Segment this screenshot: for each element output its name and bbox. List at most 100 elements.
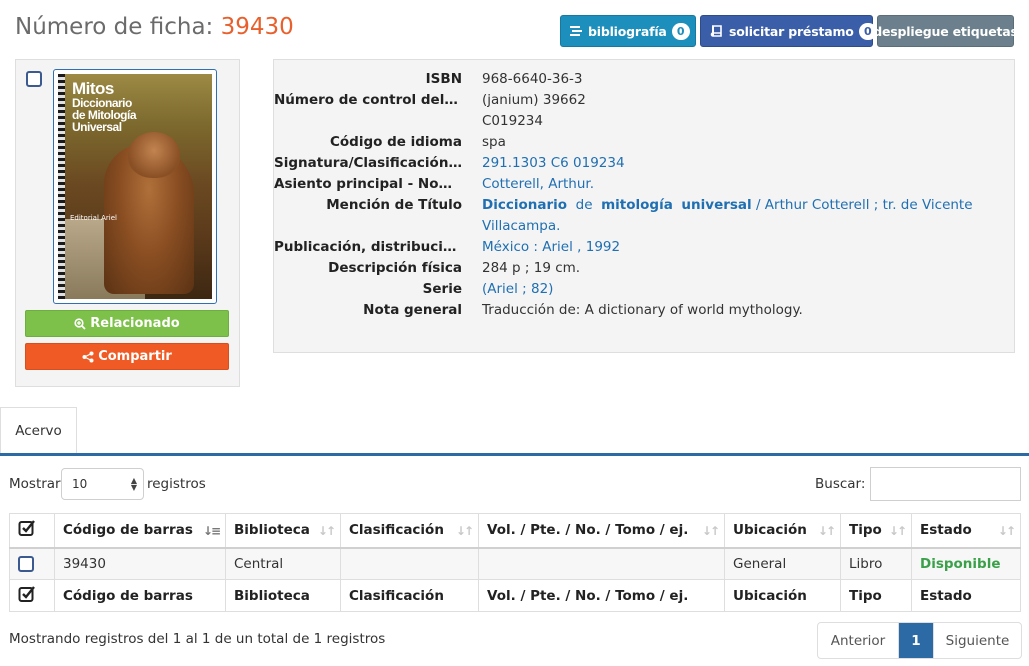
field-series: Serie (Ariel ; 82): [274, 279, 1014, 300]
show-label: Mostrar: [9, 476, 61, 492]
title-word-link[interactable]: Diccionario: [482, 197, 567, 213]
field-label: Asiento principal - Nom...: [274, 176, 462, 192]
title-rest-link[interactable]: / Arthur Cotterell ; tr. de Vicente: [756, 197, 973, 213]
select-all-header[interactable]: [9, 513, 55, 549]
holdings-table: Código de barras ↓≡ Biblioteca ↓↑ Clasific…: [9, 513, 1021, 612]
publication-link[interactable]: México : Ariel , 1992: [482, 239, 620, 255]
column-title: Ubicación: [733, 522, 807, 539]
next-page-button[interactable]: Siguiente: [933, 623, 1021, 658]
tab-holdings[interactable]: Acervo: [0, 407, 77, 454]
column-title: Código de barras: [63, 522, 193, 539]
page-size-select[interactable]: 10 ▲ ▼: [61, 468, 144, 500]
check-all-icon: [18, 520, 35, 537]
column-header-volume[interactable]: Vol. / Pte. / No. / Tomo / ej. ↓↑: [478, 513, 725, 549]
show-tags-label: despliegue etiquetas: [873, 23, 1018, 39]
zoom-in-icon: [74, 317, 86, 330]
cover-title-line1: Mitos: [72, 79, 114, 98]
field-publication: Publicación, distribució... México : Ari…: [274, 237, 1014, 258]
search-input[interactable]: [870, 467, 1021, 501]
field-isbn: ISBN 968-6640-36-3: [274, 69, 1014, 90]
book-cover[interactable]: Mitos Diccionario de Mitología Universal…: [53, 69, 217, 304]
sort-asc-icon: ↓≡: [202, 524, 221, 538]
title-word-link[interactable]: universal: [681, 197, 751, 213]
field-label: Serie: [422, 281, 462, 297]
column-header-location[interactable]: Ubicación ↓↑: [724, 513, 841, 549]
column-header-status[interactable]: Estado ↓↑: [911, 513, 1021, 549]
share-icon: [82, 351, 94, 363]
field-label: Descripción física: [328, 260, 462, 276]
field-label: ISBN: [425, 71, 462, 87]
record-number: 39430: [220, 14, 294, 40]
sort-icon: ↓↑: [888, 524, 907, 538]
column-footer-type: Tipo: [840, 579, 912, 612]
volume-cell: [478, 547, 725, 580]
table-row: 39430 Central General Libro Disponible: [9, 547, 1021, 580]
column-footer-location: Ubicación: [724, 579, 841, 612]
library-cell: Central: [225, 547, 341, 580]
column-title: Vol. / Pte. / No. / Tomo / ej.: [487, 522, 689, 539]
classification-cell: [340, 547, 479, 580]
page-title: Número de ficha: 39430: [15, 14, 294, 40]
control-value-2: C019234: [482, 113, 543, 129]
field-physical-description: Descripción física 284 p ; 19 cm.: [274, 258, 1014, 279]
column-footer-classification: Clasificación: [340, 579, 479, 612]
page-size-value: 10: [72, 477, 88, 491]
title-word-link[interactable]: mitología: [601, 197, 673, 213]
column-header-type[interactable]: Tipo ↓↑: [840, 513, 912, 549]
row-checkbox[interactable]: [18, 555, 34, 572]
column-title: Estado: [920, 522, 972, 539]
field-value-wrap: Cotterell, Arthur.: [482, 174, 1002, 195]
field-label: Signatura/Clasificación ...: [274, 155, 462, 171]
sort-icon: ↓↑: [817, 524, 836, 538]
title-word-link[interactable]: de: [576, 197, 593, 213]
field-value: Traducción de: A dictionary of world myt…: [482, 302, 803, 318]
cover-head: [128, 132, 180, 178]
location-cell: General: [724, 547, 841, 580]
request-loan-label: solicitar préstamo: [729, 23, 854, 39]
page-title-label: Número de ficha:: [15, 14, 214, 40]
sort-icon: ↓↑: [701, 524, 720, 538]
current-page-button[interactable]: 1: [899, 623, 933, 658]
status-badge: Disponible: [920, 555, 1001, 572]
field-control-number: Número de control del s... (janium) 3966…: [274, 90, 1014, 129]
column-footer-barcode: Código de barras: [54, 579, 226, 612]
field-general-note: Nota general Traducción de: A dictionary…: [274, 300, 1014, 321]
bibliography-button[interactable]: bibliografía 0: [560, 15, 696, 47]
bibliography-label: bibliografía: [588, 23, 667, 39]
cover-spiral: [58, 74, 65, 299]
column-header-classification[interactable]: Clasificación ↓↑: [340, 513, 479, 549]
check-all-icon: [18, 585, 35, 602]
select-record-checkbox[interactable]: [26, 71, 42, 87]
row-select-cell: [9, 547, 55, 580]
related-button[interactable]: Relacionado: [25, 310, 229, 337]
show-suffix: registros: [147, 476, 206, 492]
field-value-wrap: México : Ariel , 1992: [482, 237, 1002, 258]
request-loan-button[interactable]: solicitar préstamo 0: [700, 15, 877, 47]
column-title: Tipo: [849, 522, 882, 539]
call-number-link[interactable]: 291.1303 C6 019234: [482, 155, 625, 171]
field-value: 284 p ; 19 cm.: [482, 260, 581, 276]
sort-icon: ↓↑: [455, 524, 474, 538]
show-tags-button[interactable]: despliegue etiquetas: [873, 15, 1018, 47]
author-link[interactable]: Cotterell, Arthur.: [482, 176, 594, 192]
column-header-library[interactable]: Biblioteca ↓↑: [225, 513, 341, 549]
related-label: Relacionado: [90, 316, 180, 331]
field-title: Mención de Título Diccionario de mitolog…: [274, 195, 1014, 234]
barcode-cell: 39430: [54, 547, 226, 580]
field-value-wrap: 291.1303 C6 019234: [482, 153, 1002, 174]
cover-publisher: Editorial Ariel: [70, 214, 117, 222]
control-value-1: (janium) 39662: [482, 92, 586, 108]
select-all-footer[interactable]: [9, 579, 55, 612]
select-arrows-icon: ▲ ▼: [130, 476, 137, 492]
share-label: Compartir: [98, 349, 172, 364]
title-rest-link-2[interactable]: Villacampa.: [482, 218, 560, 234]
field-label: Publicación, distribució...: [274, 239, 462, 255]
column-header-barcode[interactable]: Código de barras ↓≡: [54, 513, 226, 549]
previous-page-button[interactable]: Anterior: [818, 623, 899, 658]
table-header-row: Código de barras ↓≡ Biblioteca ↓↑ Clasific…: [9, 513, 1021, 549]
pagination: Anterior 1 Siguiente: [817, 622, 1022, 659]
series-link[interactable]: (Ariel ; 82): [482, 281, 553, 297]
share-button[interactable]: Compartir: [25, 343, 229, 370]
column-footer-status: Estado: [911, 579, 1021, 612]
field-language: Código de idioma spa: [274, 132, 1014, 153]
